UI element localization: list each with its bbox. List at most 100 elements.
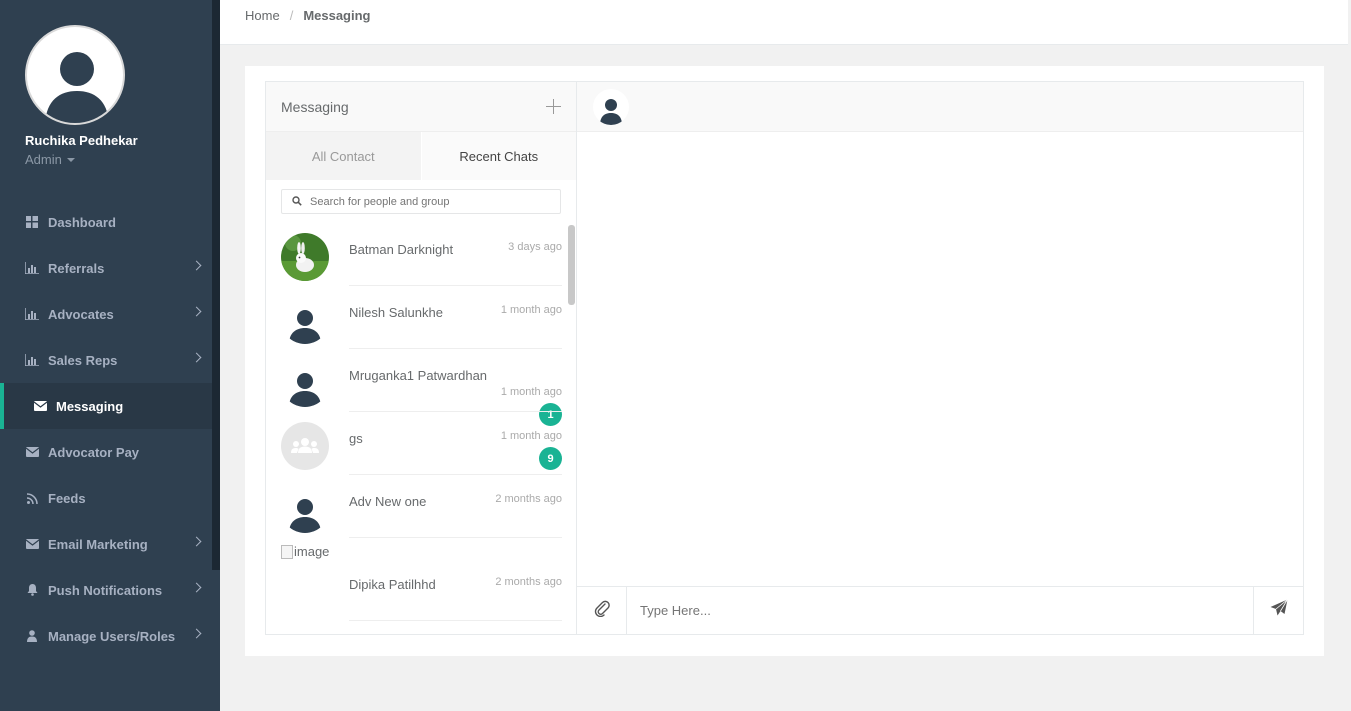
sidebar-item-label: Advocator Pay [48, 444, 140, 460]
chevron-right-icon [191, 352, 202, 363]
bar-chart-icon [25, 261, 39, 275]
messaging-title: Messaging [281, 98, 349, 115]
sidebar-item-label: Manage Users/Roles [48, 628, 176, 644]
sidebar: Ruchika Pedhekar Admin Dashboard Referra… [0, 0, 220, 711]
breadcrumb: Home / Messaging [245, 8, 371, 23]
chevron-right-icon [191, 536, 202, 547]
chevron-right-icon [191, 628, 202, 639]
image-alt-text: image [294, 544, 330, 559]
unread-badge: 9 [539, 447, 562, 470]
sidebar-item-referrals[interactable]: Referrals [0, 245, 212, 291]
sidebar-item-label: Email Marketing [48, 536, 148, 552]
list-item[interactable]: gs 1 month ago 9 [266, 412, 576, 475]
paperclip-icon [594, 599, 610, 622]
conversation-header [577, 82, 1303, 132]
avatar[interactable] [25, 25, 125, 125]
sidebar-item-label: Sales Reps [48, 352, 118, 368]
broken-image-avatar: image [281, 544, 329, 559]
sidebar-item-email-marketing[interactable]: Email Marketing [0, 521, 212, 567]
sidebar-item-label: Dashboard [48, 214, 116, 230]
envelope-icon [25, 445, 39, 459]
paper-plane-icon [1270, 599, 1288, 622]
messaging-header: Messaging [266, 82, 576, 132]
list-item[interactable]: Batman Darknight 3 days ago [266, 223, 576, 286]
bunny-photo-avatar [281, 233, 329, 281]
tab-all-contact[interactable]: All Contact [266, 132, 422, 180]
attach-button[interactable] [577, 587, 627, 634]
list-item[interactable]: image Dipika Patilhhd 2 months ago [266, 538, 576, 621]
group-icon-avatar [281, 422, 329, 470]
message-composer [577, 586, 1303, 634]
contact-list: Batman Darknight 3 days ago Nilesh Salun… [266, 223, 576, 621]
sidebar-item-label: Messaging [56, 398, 124, 414]
tab-recent-chats[interactable]: Recent Chats [421, 132, 576, 180]
bar-chart-icon [25, 307, 39, 321]
contact-name: Dipika Patilhhd [349, 577, 436, 592]
sidebar-item-label: Feeds [48, 490, 86, 506]
person-silhouette-avatar [281, 296, 329, 344]
list-item[interactable]: Mruganka1 Patwardhan 1 month ago 1 [266, 349, 576, 426]
message-input[interactable] [640, 603, 1253, 618]
contact-name: Nilesh Salunkhe [349, 305, 443, 320]
envelope-icon [25, 537, 39, 551]
breadcrumb-separator: / [289, 8, 294, 23]
sidebar-item-advocator-pay[interactable]: Advocator Pay [0, 429, 212, 475]
sidebar-item-feeds[interactable]: Feeds [0, 475, 212, 521]
chevron-right-icon [191, 306, 202, 317]
contact-time: 1 month ago [500, 304, 562, 316]
breadcrumb-home-link[interactable]: Home [245, 8, 280, 23]
dashboard-icon [25, 215, 39, 229]
divider [349, 620, 562, 621]
contact-name: Mruganka1 Patwardhan [349, 368, 488, 383]
caret-down-icon [66, 157, 75, 162]
search-icon [292, 193, 302, 211]
sidebar-item-messaging[interactable]: Messaging [0, 383, 212, 429]
broken-image-icon [281, 544, 293, 559]
user-profile: Ruchika Pedhekar Admin [25, 25, 205, 167]
sidebar-item-label: Push Notifications [48, 582, 163, 598]
contact-name: gs [349, 431, 363, 446]
contact-list-scrollbar[interactable] [568, 225, 575, 305]
sidebar-item-push-notifications[interactable]: Push Notifications [0, 567, 212, 613]
contact-time: 1 month ago [500, 386, 562, 398]
contact-time: 1 month ago [500, 430, 562, 442]
sidebar-item-label: Referrals [48, 260, 105, 276]
contact-time: 2 months ago [495, 493, 562, 505]
bell-icon [25, 583, 39, 597]
list-item[interactable]: Nilesh Salunkhe 1 month ago [266, 286, 576, 349]
contacts-pane: Messaging All Contact Recent Chats Searc… [266, 82, 577, 634]
person-silhouette-avatar [281, 485, 329, 533]
contact-time: 3 days ago [508, 241, 562, 253]
sidebar-nav: Dashboard Referrals Advocates Sales Reps [0, 199, 212, 659]
sidebar-item-manage-users-roles[interactable]: Manage Users/Roles [0, 613, 212, 659]
contact-tabs: All Contact Recent Chats [266, 132, 576, 180]
envelope-icon [33, 399, 47, 413]
bar-chart-icon [25, 353, 39, 367]
sidebar-item-dashboard[interactable]: Dashboard [0, 199, 212, 245]
sidebar-item-sales-reps[interactable]: Sales Reps [0, 337, 212, 383]
user-role-dropdown[interactable]: Admin [25, 152, 205, 167]
user-name: Ruchika Pedhekar [25, 133, 138, 148]
search-input[interactable] [310, 195, 550, 208]
message-field[interactable] [627, 587, 1253, 634]
search-box[interactable] [281, 189, 561, 214]
person-silhouette-avatar[interactable] [593, 89, 629, 125]
chevron-right-icon [191, 582, 202, 593]
conversation-pane [577, 82, 1303, 634]
user-role: Admin [25, 152, 62, 167]
list-item[interactable]: Adv New one 2 months ago [266, 475, 576, 538]
top-bar: Home / Messaging [220, 0, 1351, 45]
user-icon [25, 629, 39, 643]
chevron-right-icon [191, 260, 202, 271]
contact-time: 2 months ago [495, 576, 562, 588]
send-button[interactable] [1253, 587, 1303, 634]
sidebar-item-advocates[interactable]: Advocates [0, 291, 212, 337]
contact-name: Adv New one [349, 494, 427, 509]
rss-icon [25, 491, 39, 505]
plus-icon[interactable] [546, 99, 561, 114]
breadcrumb-current: Messaging [303, 8, 371, 23]
sidebar-scrollbar[interactable] [212, 0, 220, 570]
contact-name: Batman Darknight [349, 242, 454, 257]
sidebar-item-label: Advocates [48, 306, 114, 322]
chat-panel: Messaging All Contact Recent Chats Searc… [265, 81, 1304, 635]
